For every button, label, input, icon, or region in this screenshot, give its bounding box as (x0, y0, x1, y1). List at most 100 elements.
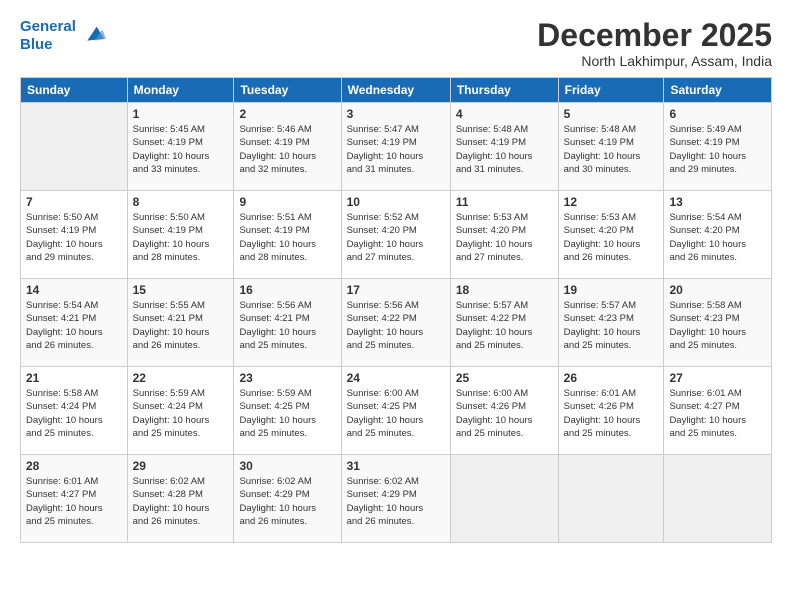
calendar-cell: 16 Sunrise: 5:56 AMSunset: 4:21 PMDayligh… (234, 279, 341, 367)
calendar-cell: 25Sunrise: 6:00 AMSunset: 4:26 PMDayligh… (450, 367, 558, 455)
day-info: Sunrise: 5:52 AMSunset: 4:20 PMDaylight:… (347, 211, 445, 264)
day-number: 17 (347, 283, 445, 297)
calendar-cell (450, 455, 558, 543)
day-number: 23 (239, 371, 335, 385)
calendar-cell: 30Sunrise: 6:02 AMSunset: 4:29 PMDayligh… (234, 455, 341, 543)
day-info: Sunrise: 5:54 AMSunset: 4:20 PMDaylight:… (669, 211, 766, 264)
calendar-cell: 20 Sunrise: 5:58 AMSunset: 4:23 PMDayligh… (664, 279, 772, 367)
day-number: 21 (26, 371, 122, 385)
calendar-cell: 12 Sunrise: 5:53 AMSunset: 4:20 PMDayligh… (558, 191, 664, 279)
day-info: Sunrise: 5:46 AMSunset: 4:19 PMDaylight:… (239, 123, 335, 176)
day-info: Sunrise: 5:59 AMSunset: 4:24 PMDaylight:… (133, 387, 229, 440)
day-number: 13 (669, 195, 766, 209)
day-number: 24 (347, 371, 445, 385)
calendar-cell: 8 Sunrise: 5:50 AMSunset: 4:19 PMDaylight… (127, 191, 234, 279)
day-number: 20 (669, 283, 766, 297)
calendar-week-5: 28 Sunrise: 6:01 AMSunset: 4:27 PMDayligh… (21, 455, 772, 543)
page: General Blue December 2025 North Lakhimp… (0, 0, 792, 612)
logo-icon (78, 22, 106, 50)
day-info: Sunrise: 6:01 AMSunset: 4:27 PMDaylight:… (669, 387, 766, 440)
day-number: 3 (347, 107, 445, 121)
calendar-cell: 3 Sunrise: 5:47 AMSunset: 4:19 PMDaylight… (341, 103, 450, 191)
day-number: 14 (26, 283, 122, 297)
day-number: 4 (456, 107, 553, 121)
calendar-week-1: 1 Sunrise: 5:45 AMSunset: 4:19 PMDaylight… (21, 103, 772, 191)
day-info: Sunrise: 5:58 AMSunset: 4:24 PMDaylight:… (26, 387, 122, 440)
calendar-cell: 4 Sunrise: 5:48 AMSunset: 4:19 PMDaylight… (450, 103, 558, 191)
day-number: 22 (133, 371, 229, 385)
day-info: Sunrise: 5:48 AMSunset: 4:19 PMDaylight:… (564, 123, 659, 176)
day-number: 10 (347, 195, 445, 209)
weekday-header-row: SundayMondayTuesdayWednesdayThursdayFrid… (21, 78, 772, 103)
day-number: 29 (133, 459, 229, 473)
calendar-cell: 6 Sunrise: 5:49 AMSunset: 4:19 PMDaylight… (664, 103, 772, 191)
calendar-cell: 22 Sunrise: 5:59 AMSunset: 4:24 PMDayligh… (127, 367, 234, 455)
day-number: 6 (669, 107, 766, 121)
calendar-header: SundayMondayTuesdayWednesdayThursdayFrid… (21, 78, 772, 103)
header: General Blue December 2025 North Lakhimp… (20, 18, 772, 69)
day-info: Sunrise: 6:01 AMSunset: 4:26 PMDaylight:… (564, 387, 659, 440)
day-info: Sunrise: 6:02 AMSunset: 4:28 PMDaylight:… (133, 475, 229, 528)
calendar-cell: 26 Sunrise: 6:01 AMSunset: 4:26 PMDayligh… (558, 367, 664, 455)
day-number: 12 (564, 195, 659, 209)
day-number: 9 (239, 195, 335, 209)
location: North Lakhimpur, Assam, India (537, 53, 772, 69)
day-number: 2 (239, 107, 335, 121)
day-number: 11 (456, 195, 553, 209)
day-number: 5 (564, 107, 659, 121)
day-info: Sunrise: 5:53 AMSunset: 4:20 PMDaylight:… (456, 211, 553, 264)
day-info: Sunrise: 5:54 AMSunset: 4:21 PMDaylight:… (26, 299, 122, 352)
calendar-cell: 14 Sunrise: 5:54 AMSunset: 4:21 PMDayligh… (21, 279, 128, 367)
day-info: Sunrise: 5:58 AMSunset: 4:23 PMDaylight:… (669, 299, 766, 352)
day-number: 19 (564, 283, 659, 297)
day-number: 26 (564, 371, 659, 385)
day-info: Sunrise: 5:49 AMSunset: 4:19 PMDaylight:… (669, 123, 766, 176)
day-number: 8 (133, 195, 229, 209)
calendar-cell: 31Sunrise: 6:02 AMSunset: 4:29 PMDayligh… (341, 455, 450, 543)
weekday-thursday: Thursday (450, 78, 558, 103)
calendar-cell: 13 Sunrise: 5:54 AMSunset: 4:20 PMDayligh… (664, 191, 772, 279)
calendar-cell (558, 455, 664, 543)
calendar-cell: 9Sunrise: 5:51 AMSunset: 4:19 PMDaylight… (234, 191, 341, 279)
calendar-cell: 10 Sunrise: 5:52 AMSunset: 4:20 PMDayligh… (341, 191, 450, 279)
weekday-monday: Monday (127, 78, 234, 103)
day-number: 30 (239, 459, 335, 473)
calendar-cell: 1 Sunrise: 5:45 AMSunset: 4:19 PMDaylight… (127, 103, 234, 191)
calendar-body: 1 Sunrise: 5:45 AMSunset: 4:19 PMDaylight… (21, 103, 772, 543)
calendar-cell: 19 Sunrise: 5:57 AMSunset: 4:23 PMDayligh… (558, 279, 664, 367)
day-info: Sunrise: 5:56 AMSunset: 4:21 PMDaylight:… (239, 299, 335, 352)
weekday-wednesday: Wednesday (341, 78, 450, 103)
day-number: 1 (133, 107, 229, 121)
day-info: Sunrise: 5:56 AMSunset: 4:22 PMDaylight:… (347, 299, 445, 352)
day-number: 7 (26, 195, 122, 209)
day-info: Sunrise: 5:57 AMSunset: 4:22 PMDaylight:… (456, 299, 553, 352)
day-info: Sunrise: 5:57 AMSunset: 4:23 PMDaylight:… (564, 299, 659, 352)
day-number: 16 (239, 283, 335, 297)
day-info: Sunrise: 6:01 AMSunset: 4:27 PMDaylight:… (26, 475, 122, 528)
calendar-week-2: 7 Sunrise: 5:50 AMSunset: 4:19 PMDaylight… (21, 191, 772, 279)
day-info: Sunrise: 5:48 AMSunset: 4:19 PMDaylight:… (456, 123, 553, 176)
logo-blue: Blue (20, 36, 53, 53)
calendar-cell: 21 Sunrise: 5:58 AMSunset: 4:24 PMDayligh… (21, 367, 128, 455)
day-info: Sunrise: 5:45 AMSunset: 4:19 PMDaylight:… (133, 123, 229, 176)
day-info: Sunrise: 5:47 AMSunset: 4:19 PMDaylight:… (347, 123, 445, 176)
day-number: 31 (347, 459, 445, 473)
day-number: 15 (133, 283, 229, 297)
day-info: Sunrise: 5:50 AMSunset: 4:19 PMDaylight:… (133, 211, 229, 264)
day-info: Sunrise: 5:53 AMSunset: 4:20 PMDaylight:… (564, 211, 659, 264)
calendar-cell: 23 Sunrise: 5:59 AMSunset: 4:25 PMDayligh… (234, 367, 341, 455)
calendar-week-4: 21 Sunrise: 5:58 AMSunset: 4:24 PMDayligh… (21, 367, 772, 455)
title-block: December 2025 North Lakhimpur, Assam, In… (537, 18, 772, 69)
calendar-cell: 15Sunrise: 5:55 AMSunset: 4:21 PMDayligh… (127, 279, 234, 367)
day-number: 28 (26, 459, 122, 473)
logo-general: General (20, 18, 76, 35)
logo-text: General Blue (20, 18, 76, 54)
month-title: December 2025 (537, 18, 772, 53)
day-number: 27 (669, 371, 766, 385)
weekday-saturday: Saturday (664, 78, 772, 103)
logo: General Blue (20, 18, 106, 54)
calendar-cell (21, 103, 128, 191)
day-info: Sunrise: 5:59 AMSunset: 4:25 PMDaylight:… (239, 387, 335, 440)
weekday-tuesday: Tuesday (234, 78, 341, 103)
day-number: 25 (456, 371, 553, 385)
